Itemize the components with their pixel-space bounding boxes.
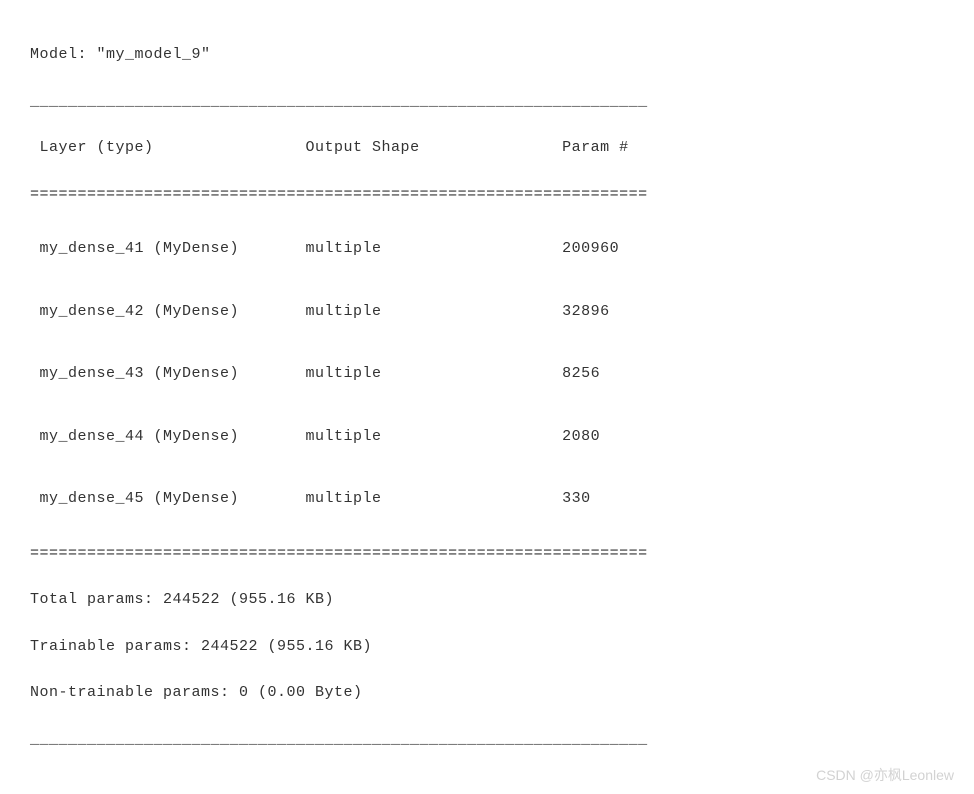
layer-type-cell: my_dense_45 (MyDense) [30, 490, 306, 507]
separator-top: ________________________________________… [30, 90, 944, 113]
table-row: my_dense_41 (MyDense) multiple 200960 [30, 229, 944, 268]
param-count-cell: 330 [562, 490, 591, 507]
table-row: my_dense_42 (MyDense) multiple 32896 [30, 292, 944, 331]
header-param: Param # [562, 139, 629, 156]
trainable-params-line: Trainable params: 244522 (955.16 KB) [30, 635, 944, 658]
model-summary-output: Model: "my_model_9" ____________________… [30, 20, 944, 774]
header-output: Output Shape [306, 139, 563, 156]
model-name-value: "my_model_9" [97, 46, 211, 63]
row-gap [30, 331, 944, 354]
layers-table-body: my_dense_41 (MyDense) multiple 200960 my… [30, 229, 944, 518]
output-shape-cell: multiple [306, 490, 563, 507]
separator-header: ========================================… [30, 183, 944, 206]
row-gap [30, 394, 944, 417]
output-shape-cell: multiple [306, 303, 563, 320]
param-count-cell: 200960 [562, 240, 619, 257]
layer-type-cell: my_dense_44 (MyDense) [30, 428, 306, 445]
row-gap [30, 269, 944, 292]
table-row: my_dense_44 (MyDense) multiple 2080 [30, 417, 944, 456]
separator-footer: ========================================… [30, 542, 944, 565]
output-shape-cell: multiple [306, 240, 563, 257]
header-layer: Layer (type) [30, 139, 306, 156]
param-count-cell: 32896 [562, 303, 610, 320]
table-row: my_dense_43 (MyDense) multiple 8256 [30, 354, 944, 393]
output-shape-cell: multiple [306, 428, 563, 445]
param-count-cell: 8256 [562, 365, 600, 382]
row-gap [30, 456, 944, 479]
non-trainable-params-line: Non-trainable params: 0 (0.00 Byte) [30, 681, 944, 704]
output-shape-cell: multiple [306, 365, 563, 382]
layer-type-cell: my_dense_42 (MyDense) [30, 303, 306, 320]
separator-bottom: ________________________________________… [30, 728, 944, 751]
model-name-line: Model: "my_model_9" [30, 43, 944, 66]
table-header-row: Layer (type) Output Shape Param # [30, 136, 944, 159]
total-params-line: Total params: 244522 (955.16 KB) [30, 588, 944, 611]
param-count-cell: 2080 [562, 428, 600, 445]
model-label: Model: [30, 46, 87, 63]
watermark-text: CSDN @亦枫Leonlew [816, 765, 954, 787]
layer-type-cell: my_dense_41 (MyDense) [30, 240, 306, 257]
layer-type-cell: my_dense_43 (MyDense) [30, 365, 306, 382]
table-row: my_dense_45 (MyDense) multiple 330 [30, 479, 944, 518]
